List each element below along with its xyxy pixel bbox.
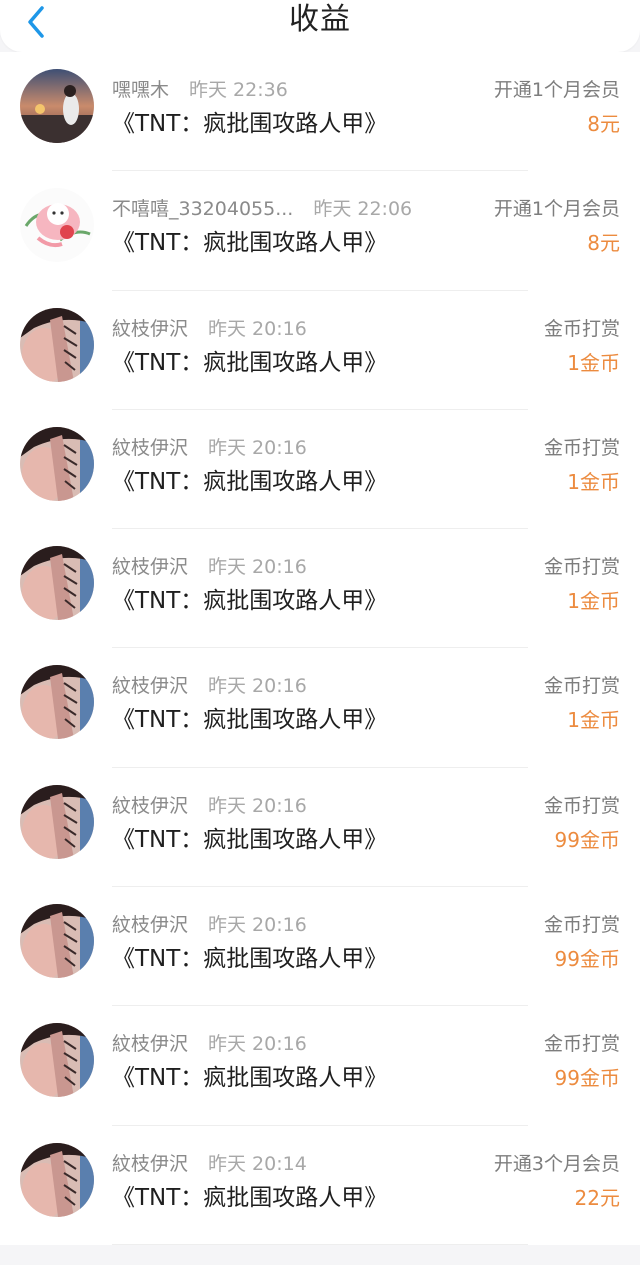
book-title: 《TNT：疯批围攻路人甲》 [112,588,388,615]
earnings-list: 嘿嘿木 昨天 22:36 开通1个月会员 《TNT：疯批围攻路人甲》 8元 不嘻嘻_332… [0,52,640,1245]
list-item[interactable]: 紋枝伊沢 昨天 20:16 金币打赏《TNT：疯批围攻路人甲》 1金币 [0,410,640,530]
book-title: 《TNT：疯批围攻路人甲》 [112,826,388,853]
avatar[interactable] [20,665,94,740]
item-meta-row: 紋枝伊沢 昨天 20:16 金币打赏 [112,790,620,822]
item-meta-row: 紋枝伊沢 昨天 20:16 金币打赏 [112,909,620,941]
income-type: 开通3个月会员 [493,1152,620,1175]
book-title: 《TNT：疯批围攻路人甲》 [112,111,388,137]
item-meta-row: 紋枝伊沢 昨天 20:16 金币打赏 [112,432,620,464]
avatar[interactable] [20,307,94,382]
income-amount: 1金币 [567,708,620,733]
book-title: 《TNT：疯批围攻路人甲》 [112,707,388,734]
item-detail-row: 《TNT：疯批围攻路人甲》 99金币 [112,1061,620,1095]
item-meta-row: 紋枝伊沢 昨天 20:16 金币打赏 [112,670,620,702]
avatar[interactable] [20,426,94,501]
book-title: 《TNT：疯批围攻路人甲》 [112,1065,388,1092]
income-amount: 99金币 [554,947,620,972]
income-type: 金币打赏 [543,914,620,937]
book-title: 《TNT：疯批围攻路人甲》 [112,468,388,495]
book-title: 《TNT：疯批围攻路人甲》 [112,230,388,257]
username: 紋枝伊沢 [112,1152,189,1175]
top-bar: 收益 [0,0,640,52]
income-amount: 1金币 [567,589,620,614]
timestamp: 昨天 20:16 [208,556,307,579]
list-item[interactable]: 紋枝伊沢 昨天 20:16 金币打赏《TNT：疯批围攻路人甲》 99金币 [0,768,640,888]
username: 紋枝伊沢 [112,317,189,340]
list-item[interactable]: 紋枝伊沢 昨天 20:16 金币打赏《TNT：疯批围攻路人甲》 99金币 [0,887,640,1007]
list-item[interactable]: 紋枝伊沢 昨天 20:16 金币打赏《TNT：疯批围攻路人甲》 1金币 [0,648,640,768]
book-title: 《TNT：疯批围攻路人甲》 [112,1184,388,1211]
avatar[interactable] [20,1023,94,1098]
income-type: 金币打赏 [543,1033,620,1056]
book-title: 《TNT：疯批围攻路人甲》 [112,349,388,376]
item-detail-row: 《TNT：疯批围攻路人甲》 1金币 [112,703,620,737]
avatar[interactable] [20,188,94,263]
item-meta-row: 嘿嘿木 昨天 22:36 开通1个月会员 [112,74,620,106]
item-detail-row: 《TNT：疯批围攻路人甲》 22元 [112,1181,620,1215]
item-detail-row: 《TNT：疯批围攻路人甲》 1金币 [112,465,620,499]
username: 紋枝伊沢 [112,1033,189,1056]
timestamp: 昨天 20:16 [208,1033,307,1056]
timestamp: 昨天 20:14 [208,1152,307,1175]
income-type: 金币打赏 [543,436,620,459]
timestamp: 昨天 22:06 [313,198,413,221]
item-detail-row: 《TNT：疯批围攻路人甲》 8元 [112,226,620,260]
income-type: 金币打赏 [543,317,620,340]
item-meta-row: 紋枝伊沢 昨天 20:16 金币打赏 [112,1028,620,1060]
username: 紋枝伊沢 [112,675,189,698]
income-amount: 99金币 [554,827,620,852]
income-type: 开通1个月会员 [493,198,620,221]
income-amount: 99金币 [554,1066,620,1091]
item-meta-row: 紋枝伊沢 昨天 20:14 开通3个月会员 [112,1148,620,1180]
income-type: 金币打赏 [543,556,620,579]
avatar[interactable] [20,904,94,979]
list-item[interactable]: 不嘻嘻_33204055... 昨天 22:06 开通1个月会员《TNT：疯批围攻路… [0,171,640,291]
timestamp: 昨天 20:16 [208,914,307,937]
timestamp: 昨天 20:16 [208,436,307,459]
username: 嘿嘿木 [112,79,170,101]
timestamp: 昨天 20:16 [208,675,307,698]
timestamp: 昨天 20:16 [208,794,307,817]
item-meta-row: 紋枝伊沢 昨天 20:16 金币打赏 [112,551,620,583]
item-detail-row: 《TNT：疯批围攻路人甲》 8元 [112,107,620,141]
timestamp: 昨天 20:16 [208,317,307,340]
book-title: 《TNT：疯批围攻路人甲》 [112,946,388,973]
list-item[interactable]: 紋枝伊沢 昨天 20:16 金币打赏《TNT：疯批围攻路人甲》 1金币 [0,291,640,410]
divider [112,1243,528,1245]
list-item[interactable]: 紋枝伊沢 昨天 20:16 金币打赏《TNT：疯批围攻路人甲》 1金币 [0,529,640,649]
avatar[interactable] [20,546,94,621]
income-amount: 1金币 [567,469,620,494]
username: 紋枝伊沢 [112,436,189,459]
list-item[interactable]: 紋枝伊沢 昨天 20:14 开通3个月会员《TNT：疯批围攻路人甲》 22元 [0,1126,640,1245]
income-type: 金币打赏 [543,794,620,817]
item-detail-row: 《TNT：疯批围攻路人甲》 99金币 [112,823,620,857]
page-title: 收益 [289,2,351,37]
income-type: 开通1个月会员 [493,79,620,101]
item-detail-row: 《TNT：疯批围攻路人甲》 1金币 [112,346,620,380]
timestamp: 昨天 22:36 [189,79,288,101]
list-item[interactable]: 嘿嘿木 昨天 22:36 开通1个月会员《TNT：疯批围攻路人甲》 8元 [0,52,640,172]
avatar[interactable] [20,69,94,143]
item-detail-row: 《TNT：疯批围攻路人甲》 1金币 [112,584,620,618]
avatar[interactable] [20,784,94,859]
item-meta-row: 紋枝伊沢 昨天 20:16 金币打赏 [112,313,620,345]
avatar[interactable] [20,1142,94,1217]
list-item[interactable]: 紋枝伊沢 昨天 20:16 金币打赏《TNT：疯批围攻路人甲》 99金币 [0,1006,640,1126]
income-amount: 22元 [574,1185,620,1210]
income-amount: 8元 [587,112,620,136]
username: 紋枝伊沢 [112,914,189,937]
username: 紋枝伊沢 [112,556,189,579]
username: 不嘻嘻_33204055... [112,198,294,221]
item-detail-row: 《TNT：疯批围攻路人甲》 99金币 [112,942,620,976]
item-meta-row: 不嘻嘻_33204055... 昨天 22:06 开通1个月会员 [112,193,620,225]
income-amount: 1金币 [567,350,620,375]
username: 紋枝伊沢 [112,794,189,817]
income-amount: 8元 [587,231,620,256]
income-type: 金币打赏 [543,675,620,698]
